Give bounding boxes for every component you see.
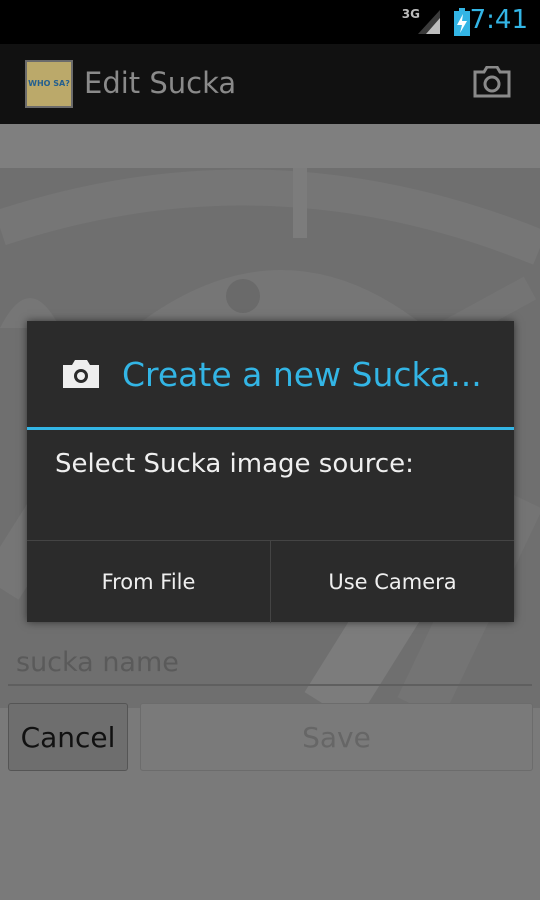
use-camera-button[interactable]: Use Camera — [270, 541, 514, 623]
page-title: Edit Sucka — [84, 66, 237, 100]
cancel-button[interactable]: Cancel — [8, 703, 128, 771]
image-source-dialog: Create a new Sucka... Select Sucka image… — [27, 321, 514, 623]
action-bar: WHO SA? Edit Sucka — [0, 44, 540, 124]
dialog-title: Create a new Sucka... — [122, 355, 482, 394]
from-file-button[interactable]: From File — [27, 541, 270, 623]
camera-icon[interactable] — [472, 66, 512, 98]
header-strip — [0, 124, 540, 168]
status-clock: 7:41 — [469, 5, 528, 35]
camera-icon — [63, 360, 99, 388]
dialog-button-bar: From File Use Camera — [27, 540, 514, 623]
dialog-message: Select Sucka image source: — [55, 449, 414, 479]
save-button[interactable]: Save — [140, 703, 533, 771]
status-bar: 3G 7:41 — [0, 0, 540, 44]
app-logo[interactable]: WHO SA? — [25, 60, 73, 108]
sucka-name-input[interactable] — [8, 640, 532, 686]
dialog-title-divider — [27, 427, 514, 430]
battery-charging-icon — [454, 8, 470, 36]
signal-icon — [418, 10, 440, 34]
app-logo-text: WHO SA? — [28, 79, 70, 88]
